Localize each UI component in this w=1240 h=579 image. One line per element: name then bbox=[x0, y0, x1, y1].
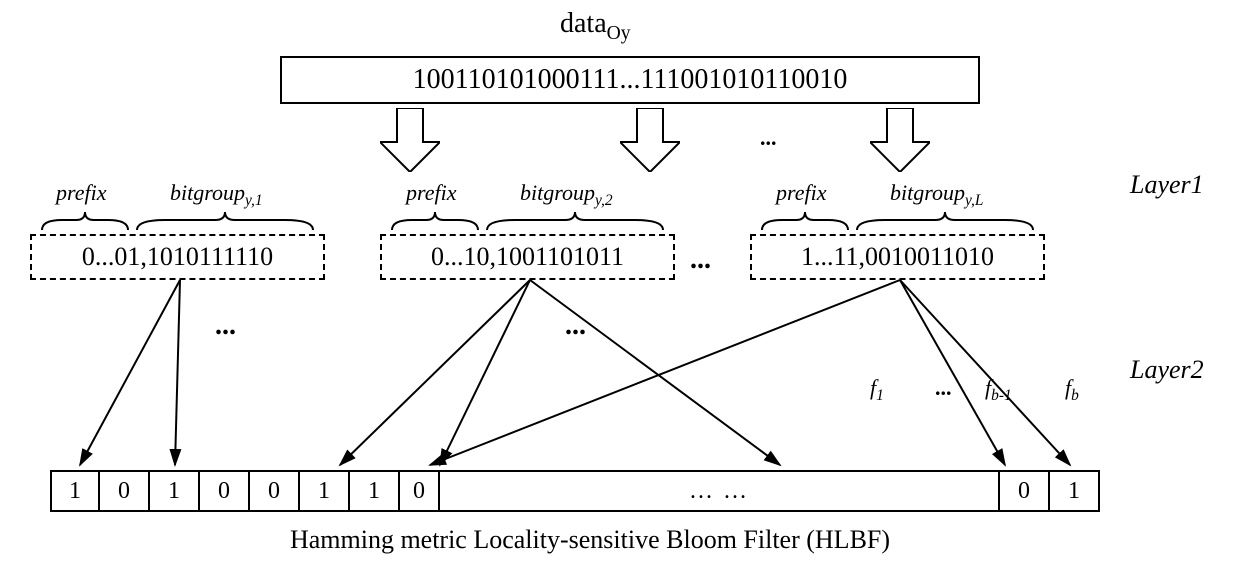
hlbf-cell: 1 bbox=[350, 470, 400, 512]
hlbf-cell: 1 bbox=[1050, 470, 1100, 512]
diagram-caption: Hamming metric Locality-sensitive Bloom … bbox=[240, 525, 940, 555]
hlbf-cell: 0 bbox=[250, 470, 300, 512]
split-arrow-2 bbox=[620, 108, 680, 172]
hash-arrows bbox=[0, 280, 1240, 480]
hlbf-cell: 0 bbox=[400, 470, 440, 512]
prefix-label-1: prefix bbox=[56, 180, 107, 206]
hash-ellipsis-1: ... bbox=[215, 310, 236, 342]
bitgroup-label-L: bitgroupy,L bbox=[890, 180, 983, 206]
bloom-filter-array: 1 0 1 0 0 1 1 0 … … 0 1 bbox=[50, 470, 1100, 512]
hlbf-cell: 0 bbox=[1000, 470, 1050, 512]
hlbf-cell: 0 bbox=[200, 470, 250, 512]
prefix-label-L: prefix bbox=[776, 180, 827, 206]
hash-ellipsis-2: ... bbox=[565, 310, 586, 342]
hash-fb1: fb-1 bbox=[985, 375, 1012, 401]
hlbf-cell: 1 bbox=[150, 470, 200, 512]
group-ellipsis: ... bbox=[690, 244, 711, 276]
brace-bitgroup-L bbox=[855, 210, 1035, 232]
hash-f1: f1 bbox=[870, 375, 884, 401]
bitgroup-label-2: bitgroupy,2 bbox=[520, 180, 613, 206]
brace-prefix-L bbox=[760, 210, 850, 232]
hlbf-cell: 1 bbox=[300, 470, 350, 512]
layer1-label: Layer1 bbox=[1130, 170, 1204, 200]
bitgroup-box-L: 1...11,0010011010 bbox=[750, 234, 1045, 280]
bitgroup-box-2: 0...10,1001101011 bbox=[380, 234, 675, 280]
split-arrow-1 bbox=[380, 108, 440, 172]
hlbf-cell: 0 bbox=[100, 470, 150, 512]
brace-prefix-2 bbox=[390, 210, 480, 232]
brace-prefix-1 bbox=[40, 210, 130, 232]
hash-ellipsis-3: ... bbox=[935, 375, 952, 401]
hlbf-cell: 1 bbox=[50, 470, 100, 512]
bitgroup-box-1: 0...01,1010111110 bbox=[30, 234, 325, 280]
split-arrow-3 bbox=[870, 108, 930, 172]
brace-bitgroup-2 bbox=[485, 210, 665, 232]
diagram-root: dataOy 100110101000111...111001010110010… bbox=[0, 0, 1240, 579]
brace-bitgroup-1 bbox=[135, 210, 315, 232]
split-ellipsis: ... bbox=[760, 125, 777, 151]
prefix-label-2: prefix bbox=[406, 180, 457, 206]
input-data-label: dataOy bbox=[560, 8, 631, 40]
input-bit-string: 100110101000111...111001010110010 bbox=[282, 58, 978, 102]
bitgroup-label-1: bitgroupy,1 bbox=[170, 180, 263, 206]
input-bit-string-box: 100110101000111...111001010110010 bbox=[280, 56, 980, 104]
hash-fb: fb bbox=[1065, 375, 1079, 401]
hlbf-ellipsis: … … bbox=[440, 470, 1000, 512]
